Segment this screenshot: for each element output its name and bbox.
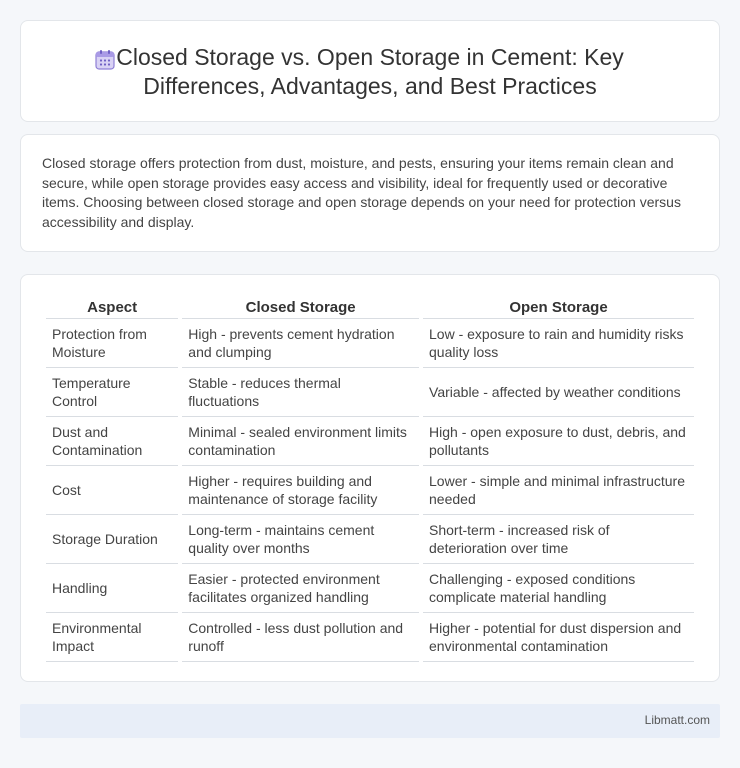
- comparison-card: Aspect Closed Storage Open Storage Prote…: [20, 274, 720, 682]
- aspect-cell: Protection from Moisture: [46, 319, 179, 368]
- footer-site-link[interactable]: Libmatt.com: [645, 713, 710, 727]
- table-row: Handling Easier - protected environment …: [46, 564, 694, 613]
- aspect-cell: Storage Duration: [46, 515, 179, 564]
- closed-cell: High - prevents cement hydration and clu…: [182, 319, 420, 368]
- open-cell: Low - exposure to rain and humidity risk…: [423, 319, 694, 368]
- aspect-cell: Dust and Contamination: [46, 417, 179, 466]
- table-row: Dust and Contamination Minimal - sealed …: [46, 417, 694, 466]
- aspect-cell: Cost: [46, 466, 179, 515]
- footer-bar: Libmatt.com: [20, 704, 720, 738]
- open-cell: Challenging - exposed conditions complic…: [423, 564, 694, 613]
- page-title: Closed Storage vs. Open Storage in Cemen…: [116, 44, 624, 99]
- aspect-cell: Temperature Control: [46, 368, 179, 417]
- table-row: Environmental Impact Controlled - less d…: [46, 613, 694, 662]
- table-row: Temperature Control Stable - reduces the…: [46, 368, 694, 417]
- open-cell: Lower - simple and minimal infrastructur…: [423, 466, 694, 515]
- closed-cell: Stable - reduces thermal fluctuations: [182, 368, 420, 417]
- header-open-storage: Open Storage: [423, 297, 694, 319]
- open-cell: Variable - affected by weather condition…: [423, 368, 694, 417]
- header-closed-storage: Closed Storage: [182, 297, 420, 319]
- aspect-cell: Handling: [46, 564, 179, 613]
- comparison-table: Aspect Closed Storage Open Storage Prote…: [42, 297, 698, 662]
- intro-card: Closed storage offers protection from du…: [20, 134, 720, 252]
- closed-cell: Easier - protected environment facilitat…: [182, 564, 420, 613]
- closed-cell: Controlled - less dust pollution and run…: [182, 613, 420, 662]
- closed-cell: Minimal - sealed environment limits cont…: [182, 417, 420, 466]
- table-row: Cost Higher - requires building and main…: [46, 466, 694, 515]
- closed-cell: Higher - requires building and maintenan…: [182, 466, 420, 515]
- aspect-cell: Environmental Impact: [46, 613, 179, 662]
- table-row: Protection from Moisture High - prevents…: [46, 319, 694, 368]
- intro-paragraph: Closed storage offers protection from du…: [42, 155, 681, 230]
- open-cell: Higher - potential for dust dispersion a…: [423, 613, 694, 662]
- closed-cell: Long-term - maintains cement quality ove…: [182, 515, 420, 564]
- table-row: Storage Duration Long-term - maintains c…: [46, 515, 694, 564]
- open-cell: Short-term - increased risk of deteriora…: [423, 515, 694, 564]
- open-cell: High - open exposure to dust, debris, an…: [423, 417, 694, 466]
- header-aspect: Aspect: [46, 297, 179, 319]
- table-header-row: Aspect Closed Storage Open Storage: [46, 297, 694, 319]
- title-card: Closed Storage vs. Open Storage in Cemen…: [20, 20, 720, 122]
